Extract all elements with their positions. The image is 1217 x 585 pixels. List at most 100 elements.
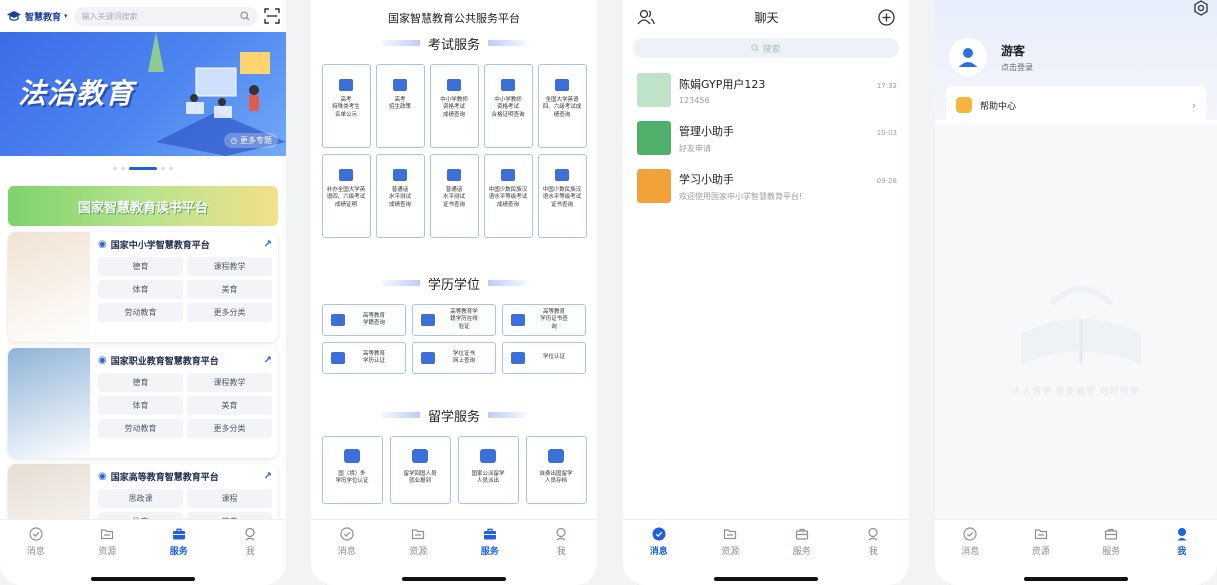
chat-time: 09-28 — [876, 176, 897, 185]
home-top-bar: 智慧教育 ▾ 输入关键词搜索 — [0, 0, 286, 32]
search-input[interactable]: 输入关键词搜索 — [73, 6, 258, 26]
home-content[interactable]: 法治教育 ◷ 更多专题 国家智慧教育读书平台 ◉ 国家中小学智慧教育平台 ↗ 德育 课程… — [0, 32, 286, 519]
tab-me[interactable]: 我 — [222, 526, 278, 585]
help-center-item[interactable]: 帮助中心 › — [946, 86, 1206, 124]
service-label: 高等教育学 籍学历在线 验证 — [450, 308, 478, 330]
service-icon — [511, 314, 525, 326]
service-label: 国家公派留学 人员派出 — [471, 471, 505, 485]
tab-me[interactable]: 我 — [1154, 526, 1210, 585]
chat-search-input[interactable]: 搜索 — [633, 38, 899, 58]
platform-card[interactable]: ◉ 国家职业教育智慧教育平台 ↗ 德育 课程教学 体育 美育 劳动教育 更多分类 — [8, 348, 278, 458]
app-logo[interactable]: 智慧教育 ▾ — [6, 10, 68, 23]
service-icon — [501, 79, 515, 91]
service-tile[interactable]: 自费出国留学 人员存档 — [525, 436, 587, 504]
chat-item-body: 陈娟GYP用户123 17:32 123456 — [679, 76, 897, 105]
degree-service-grid: 高等教育 学籍查询 高等教育学 籍学历在线 验证 高等教育 学历证书查 询高等教育 … — [311, 304, 597, 374]
service-icon — [480, 449, 496, 463]
tab-me[interactable]: 我 — [533, 526, 589, 585]
tab-label: 资源 — [721, 547, 740, 557]
service-label: 中国少数民族汉 语水平等级考试 证书查询 — [542, 187, 582, 208]
screenshot-collage: 智慧教育 ▾ 输入关键词搜索 法治教育 ◷ 更多专题 国家智慧教育读书平台 ◉ … — [0, 0, 1217, 585]
more-topics-button[interactable]: ◷ 更多专题 — [224, 133, 278, 148]
service-tile[interactable]: 学位证书 网上查询 — [412, 342, 496, 374]
chat-list-item[interactable]: 陈娟GYP用户123 17:32 123456 — [623, 66, 909, 114]
tab-me[interactable]: 我 — [845, 526, 901, 585]
tab-messages[interactable]: 消息 — [631, 526, 687, 585]
service-tile[interactable]: 留学回国人员 就业报到 — [389, 436, 451, 504]
category-chip[interactable]: 德育 — [98, 257, 183, 276]
service-tile[interactable]: 全国大学英语 四、六级考试成 绩查询 — [537, 64, 587, 148]
service-tile[interactable]: 高等教育 学籍查询 — [322, 304, 406, 336]
service-icon — [421, 352, 435, 364]
tab-label: 服务 — [1102, 547, 1121, 557]
tab-messages[interactable]: 消息 — [319, 526, 375, 585]
service-icon — [555, 79, 569, 91]
user-login-area[interactable]: 游客 点击登录 — [949, 38, 1033, 76]
service-tile[interactable]: 学位认证 — [502, 342, 586, 374]
service-tile[interactable]: 国（境）外 学历学位认证 — [321, 436, 383, 504]
chat-list-item[interactable]: 管理小助手 10-03 好友申请 — [623, 114, 909, 162]
category-chip[interactable]: 美育 — [187, 280, 272, 299]
service-tile[interactable]: 高等教育 学历证书查 询 — [502, 304, 586, 336]
service-tile[interactable]: 补办全国大学英 语四、六级考试 成绩证明 — [321, 154, 371, 238]
add-icon[interactable] — [878, 8, 895, 26]
platform-name: ◉ 国家中小学智慧教育平台 — [98, 238, 210, 251]
category-chip[interactable]: 体育 — [98, 512, 183, 519]
chat-screen: 聊天 搜索 陈娟GYP用户123 17:32 123456 管理小助手 10-03 好友申… — [623, 0, 909, 585]
platform-card-header: ◉ 国家高等教育智慧教育平台 ↗ — [98, 470, 272, 483]
home-indicator — [402, 577, 506, 581]
avatar[interactable] — [949, 38, 987, 76]
category-chip[interactable]: 体育 — [98, 280, 183, 299]
arrow-up-right-icon[interactable]: ↗ — [264, 239, 272, 250]
category-chip[interactable]: 课程教学 — [187, 373, 272, 392]
category-chip[interactable]: 美育 — [187, 512, 272, 519]
service-tile[interactable]: 中小学教师 资格考试 合格证明查询 — [483, 64, 533, 148]
service-tile[interactable]: 国家公派留学 人员派出 — [457, 436, 519, 504]
message-check-icon — [28, 526, 44, 542]
settings-icon[interactable] — [1193, 0, 1209, 16]
service-tile[interactable]: 中小学教师 资格考试 成绩查询 — [429, 64, 479, 148]
section-decoration — [381, 280, 420, 286]
platform-name-text: 国家职业教育智慧教育平台 — [110, 357, 219, 367]
category-chip[interactable]: 劳动教育 — [98, 303, 183, 322]
book-icon: ◉ — [98, 471, 107, 482]
category-chip[interactable]: 更多分类 — [187, 303, 272, 322]
arrow-up-right-icon[interactable]: ↗ — [264, 471, 272, 482]
scan-icon[interactable] — [264, 8, 280, 24]
service-tile[interactable]: 中国少数民族汉 语水平等级考试 证书查询 — [537, 154, 587, 238]
chat-list-item[interactable]: 学习小助手 09-28 欢迎使用国家中小学智慧教育平台! — [623, 162, 909, 210]
service-tile[interactable]: 高考 特殊类考生 名单公示 — [321, 64, 371, 148]
tab-messages[interactable]: 消息 — [942, 526, 998, 585]
service-icon — [412, 449, 428, 463]
clock-icon: ◷ — [230, 136, 238, 145]
tab-label: 消息 — [649, 547, 668, 557]
help-center-icon — [956, 97, 972, 113]
category-chip[interactable]: 课程 — [187, 489, 272, 508]
category-chip[interactable]: 德育 — [98, 373, 183, 392]
service-tile[interactable]: 高考 招生政策 — [375, 64, 425, 148]
services-screen: 国家智慧教育公共服务平台 考试服务 高考 特殊类考生 名单公示 高考 招生政策 中小… — [311, 0, 597, 585]
promo-banner[interactable]: 法治教育 ◷ 更多专题 — [0, 32, 286, 156]
service-tile[interactable]: 高等教育学 籍学历在线 验证 — [412, 304, 496, 336]
category-chip[interactable]: 美育 — [187, 396, 272, 415]
reading-platform-banner[interactable]: 国家智慧教育读书平台 — [8, 186, 278, 226]
service-tile[interactable]: 中国少数民族汉 语水平等级考试 成绩查询 — [483, 154, 533, 238]
person-icon — [959, 48, 977, 67]
home-indicator — [1024, 577, 1128, 581]
tab-messages[interactable]: 消息 — [8, 526, 64, 585]
category-chip[interactable]: 劳动教育 — [98, 419, 183, 438]
service-tile[interactable]: 普通话 水平测试 证书查询 — [429, 154, 479, 238]
category-chip[interactable]: 思政课 — [98, 489, 183, 508]
category-chip[interactable]: 课程教学 — [187, 257, 272, 276]
category-chip[interactable]: 更多分类 — [187, 419, 272, 438]
platform-card-body: ◉ 国家职业教育智慧教育平台 ↗ 德育 课程教学 体育 美育 劳动教育 更多分类 — [90, 348, 278, 458]
tab-label: 资源 — [409, 547, 428, 557]
service-tile[interactable]: 普通话 水平测试 成绩查询 — [375, 154, 425, 238]
service-tile[interactable]: 高等教育 学历认证 — [322, 342, 406, 374]
arrow-up-right-icon[interactable]: ↗ — [264, 355, 272, 366]
category-chip[interactable]: 体育 — [98, 396, 183, 415]
platform-card[interactable]: ◉ 国家中小学智慧教育平台 ↗ 德育 课程教学 体育 美育 劳动教育 更多分类 — [8, 232, 278, 342]
platform-card[interactable]: ◉国家高等教育智慧教育平台 ↗ 思政课课程体育美育 — [8, 464, 278, 519]
contacts-icon[interactable] — [637, 9, 655, 25]
tab-label: 资源 — [1031, 547, 1050, 557]
